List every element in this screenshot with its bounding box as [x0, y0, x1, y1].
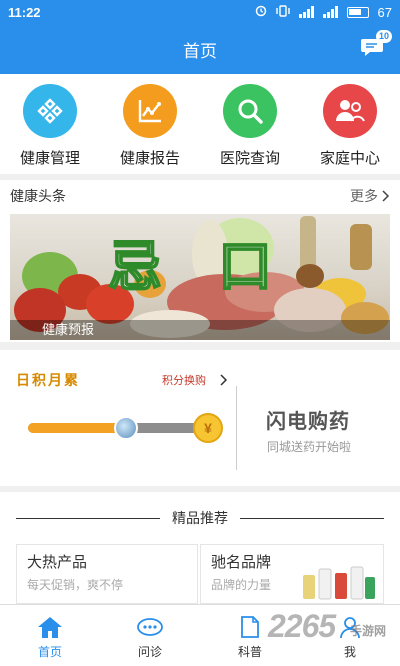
flash-buy-title[interactable]: 闪电购药 — [266, 405, 350, 434]
news-banner[interactable]: 忌口 健康预报 — [10, 214, 390, 340]
tab-label: 首页 — [37, 645, 62, 659]
app-header: 首页 10 — [0, 24, 400, 74]
quick-label: 健康管理 — [19, 150, 80, 167]
tab-label: 我 — [343, 645, 356, 659]
quick-item-health-management[interactable]: 健康管理 — [0, 74, 100, 174]
signal-icon — [298, 6, 314, 18]
chat-icon — [137, 618, 163, 636]
featured-card-brand[interactable]: 驰名品牌 品牌的力量 — [200, 544, 384, 604]
coin-icon: ¥ — [193, 413, 223, 443]
alarm-icon — [255, 5, 267, 20]
points-section: 日积月累 积分换购 ¥ 闪电购药 同城送药开始啦 — [0, 350, 400, 486]
progress-knob — [114, 416, 138, 440]
document-icon — [241, 616, 259, 638]
points-title: 日积月累 — [16, 373, 80, 389]
health-news-header: 健康头条 更多 — [0, 180, 400, 212]
tab-label: 问诊 — [137, 645, 162, 659]
flash-buy-subtitle: 同城送药开始啦 — [267, 440, 352, 454]
divider — [16, 517, 160, 519]
signal-icon-2 — [322, 6, 338, 18]
search-icon — [223, 84, 277, 138]
bottom-tab-bar: 首页 问诊 科普 我 — [0, 604, 400, 666]
status-icons: 67 — [255, 5, 392, 20]
battery-icon — [346, 6, 369, 18]
message-count-badge: 10 — [375, 30, 392, 43]
tab-home[interactable]: 首页 — [0, 605, 100, 666]
card-title: 大热产品 — [27, 554, 88, 571]
featured-header: 精品推荐 — [16, 508, 384, 528]
health-management-icon — [23, 84, 77, 138]
quick-item-family-center[interactable]: 家庭中心 — [300, 74, 400, 174]
more-label: 更多 — [350, 188, 378, 204]
quick-label: 健康报告 — [119, 150, 180, 167]
quick-label: 家庭中心 — [319, 150, 380, 167]
quick-actions: 健康管理 健康报告 医院查询 家庭中心 — [0, 74, 400, 174]
message-button[interactable]: 10 — [360, 30, 392, 60]
chevron-right-icon — [382, 190, 390, 202]
quick-item-hospital-search[interactable]: 医院查询 — [200, 74, 300, 174]
tab-label: 科普 — [237, 645, 262, 659]
divider — [236, 386, 237, 470]
points-progress-track — [28, 423, 198, 433]
vibrate-icon — [275, 4, 290, 20]
watermark-suffix: 手游网 — [350, 624, 387, 638]
watermark-logo: 2265 — [268, 608, 336, 644]
card-subtitle: 每天促销，爽不停 — [27, 578, 124, 592]
product-bottles-image — [303, 566, 375, 600]
status-bar: 11:22 67 — [0, 0, 400, 24]
battery-level: 67 — [377, 4, 392, 20]
health-report-icon — [123, 84, 177, 138]
quick-item-health-report[interactable]: 健康报告 — [100, 74, 200, 174]
banner-caption: 健康预报 — [10, 320, 390, 340]
featured-section: 精品推荐 大热产品 每天促销，爽不停 驰名品牌 品牌的力量 — [0, 492, 400, 604]
divider — [240, 517, 384, 519]
points-exchange-label: 积分换购 — [162, 375, 206, 387]
quick-label: 医院查询 — [219, 150, 280, 167]
section-title: 健康头条 — [10, 188, 66, 204]
home-icon — [38, 617, 62, 638]
page-title: 首页 — [183, 41, 217, 61]
chevron-right-icon — [220, 374, 228, 386]
status-time: 11:22 — [8, 4, 41, 20]
tab-consult[interactable]: 问诊 — [100, 605, 200, 666]
featured-card-hot[interactable]: 大热产品 每天促销，爽不停 — [16, 544, 198, 604]
points-exchange-link[interactable]: 积分换购 — [162, 372, 228, 388]
health-news-section: 健康头条 更多 忌口 健康预报 — [0, 180, 400, 342]
featured-title: 精品推荐 — [172, 510, 228, 526]
banner-headline: 忌口 — [107, 234, 328, 299]
family-icon — [323, 84, 377, 138]
more-link[interactable]: 更多 — [350, 186, 390, 206]
